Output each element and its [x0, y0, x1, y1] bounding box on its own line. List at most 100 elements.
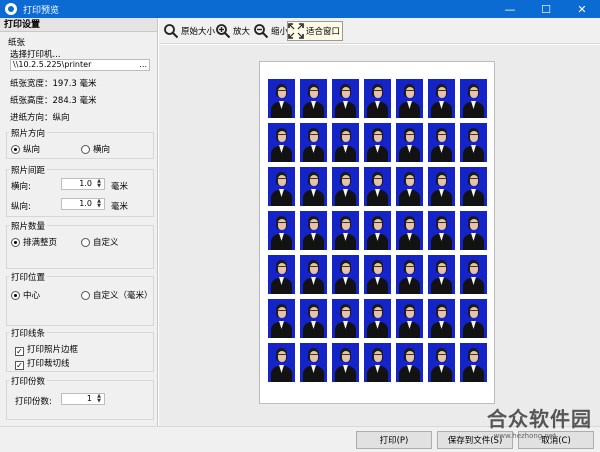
id-photo: [460, 299, 487, 338]
id-photo: [460, 123, 487, 162]
id-photo: [332, 299, 359, 338]
zoom-in-icon: [216, 24, 231, 39]
id-photo: [396, 167, 423, 206]
center-radio[interactable]: 中心: [11, 289, 40, 301]
original-size-button[interactable]: 原始大小: [163, 21, 215, 41]
print-button[interactable]: 打印(P): [356, 431, 432, 449]
portrait-label: 纵向: [23, 145, 41, 155]
id-photo: [428, 79, 455, 118]
id-photo: [460, 343, 487, 382]
id-photo: [364, 167, 391, 206]
zoom-in-button[interactable]: 放大: [215, 21, 250, 41]
position-title: 打印位置: [9, 271, 48, 283]
fit-window-label: 适合窗口: [306, 27, 341, 37]
close-button[interactable]: ✕: [564, 0, 600, 18]
id-photo: [428, 123, 455, 162]
panel-header: 打印设置: [0, 18, 157, 32]
id-photo: [396, 79, 423, 118]
id-photo: [300, 167, 327, 206]
print-border-checkbox[interactable]: ✓ 打印照片边框: [15, 343, 78, 356]
radio-icon: [81, 238, 90, 247]
spacing-h-stepper[interactable]: 1.0 ▲ ▼: [61, 178, 105, 190]
landscape-radio[interactable]: 横向: [81, 143, 110, 155]
id-photo: [300, 255, 327, 294]
paper-width: 纸张宽度：197.3 毫米: [10, 79, 97, 89]
spacing-h-value: 1.0: [79, 179, 92, 188]
browse-printer-button[interactable]: ...: [139, 60, 147, 70]
orientation-group: 照片方向 纵向 横向: [6, 127, 154, 159]
orientation-title: 照片方向: [9, 127, 48, 139]
preview-toolbar: 原始大小 放大 缩小 适合窗口: [159, 18, 600, 44]
id-photo: [396, 255, 423, 294]
id-photo: [268, 343, 295, 382]
stepper-arrows-icon[interactable]: ▲ ▼: [95, 199, 103, 209]
spacing-v-stepper[interactable]: 1.0 ▲ ▼: [61, 198, 105, 210]
radio-selected-icon: [11, 145, 20, 154]
id-photo: [428, 255, 455, 294]
checkbox-checked-icon: ✓: [15, 361, 24, 370]
id-photo: [460, 255, 487, 294]
magnifier-icon: [164, 24, 179, 39]
zoom-out-icon: [254, 24, 269, 39]
id-photo: [300, 211, 327, 250]
watermark-logo: 合众软件园: [487, 407, 592, 431]
id-photo: [268, 123, 295, 162]
id-photo: [332, 255, 359, 294]
id-photo: [268, 167, 295, 206]
count-title: 照片数量: [9, 220, 48, 232]
paper-group-title: 纸张: [8, 38, 26, 48]
id-photo: [460, 211, 487, 250]
stepper-arrows-icon[interactable]: ▲ ▼: [95, 179, 103, 189]
id-photo: [364, 123, 391, 162]
zoom-out-button[interactable]: 缩小: [253, 21, 288, 41]
stepper-arrows-icon[interactable]: ▲ ▼: [95, 394, 103, 404]
paper-preview: [259, 61, 495, 404]
position-custom-label: 自定义（毫米）: [93, 291, 153, 301]
id-photo: [332, 123, 359, 162]
id-photo: [364, 211, 391, 250]
id-photo: [332, 343, 359, 382]
minimize-button[interactable]: —: [492, 0, 528, 18]
count-group: 照片数量 排满整页 自定义: [6, 220, 154, 269]
id-photo: [332, 79, 359, 118]
preview-area: [159, 45, 600, 426]
count-custom-radio[interactable]: 自定义: [81, 236, 119, 248]
app-icon: [5, 3, 17, 15]
maximize-button[interactable]: ☐: [528, 0, 564, 18]
paper-height: 纸张高度：284.3 毫米: [10, 96, 97, 106]
id-photo: [428, 343, 455, 382]
count-custom-label: 自定义: [93, 238, 119, 248]
fit-window-button[interactable]: 适合窗口: [287, 21, 344, 41]
id-photo: [300, 123, 327, 162]
checkbox-checked-icon: ✓: [15, 347, 24, 356]
id-photo: [460, 79, 487, 118]
position-custom-radio[interactable]: 自定义（毫米）: [81, 289, 153, 301]
title-bar: 打印预览 — ☐ ✕: [0, 0, 600, 18]
fill-page-label: 排满整页: [23, 238, 58, 248]
zoom-out-label: 缩小: [271, 27, 289, 37]
spacing-v-unit: 毫米: [111, 202, 129, 212]
id-photo: [332, 211, 359, 250]
id-photo: [332, 167, 359, 206]
paper-feed: 进纸方向：纵向: [10, 113, 70, 123]
printer-path-text: \\10.2.5.225\printer: [13, 60, 92, 69]
print-border-label: 打印照片边框: [27, 345, 79, 355]
fill-page-radio[interactable]: 排满整页: [11, 236, 57, 248]
copies-label: 打印份数:: [15, 397, 52, 407]
lines-group: 打印线条 ✓ 打印照片边框 ✓ 打印裁切线: [6, 327, 154, 372]
id-photo: [364, 255, 391, 294]
id-photo: [364, 343, 391, 382]
id-photo: [268, 255, 295, 294]
window-title: 打印预览: [23, 5, 60, 16]
landscape-label: 横向: [93, 145, 111, 155]
id-photo: [300, 343, 327, 382]
copies-group: 打印份数 打印份数: 1 ▲ ▼: [6, 375, 154, 420]
id-photo: [364, 299, 391, 338]
print-cutline-checkbox[interactable]: ✓ 打印裁切线: [15, 357, 70, 370]
portrait-radio[interactable]: 纵向: [11, 143, 40, 155]
radio-icon: [81, 145, 90, 154]
spacing-h-unit: 毫米: [111, 182, 129, 192]
printer-path-field[interactable]: \\10.2.5.225\printer ...: [10, 59, 150, 71]
spacing-v-label: 纵向:: [11, 202, 31, 212]
copies-stepper[interactable]: 1 ▲ ▼: [61, 393, 105, 405]
